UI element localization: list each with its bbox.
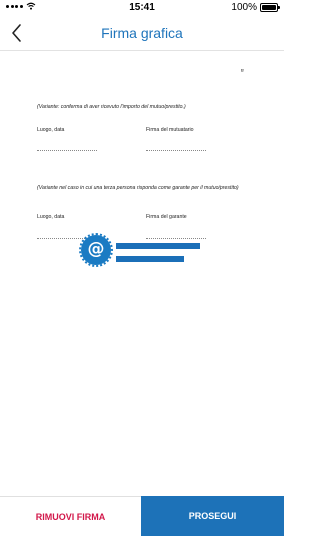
borrower-signature-line: [146, 150, 206, 151]
battery-percent: 100%: [231, 2, 257, 13]
signature-stamp-icon[interactable]: @: [79, 233, 113, 267]
remove-signature-button[interactable]: RIMUOVI FIRMA: [0, 496, 141, 536]
status-right: 100%: [231, 2, 280, 13]
continue-button[interactable]: PROSEGUI: [141, 496, 284, 536]
navigation-bar: Firma grafica: [0, 16, 284, 50]
guarantor-signature-line: [146, 238, 206, 239]
signature-stamp-bar-bottom: [116, 256, 184, 262]
variant-note-borrower: (Variante: conferma di aver ricevuto l'i…: [37, 104, 186, 110]
document-preview: ɐ (Variante: conferma di aver ricevuto l…: [0, 51, 284, 496]
stamp-symbol: @: [87, 239, 105, 259]
page-title: Firma grafica: [101, 25, 183, 41]
variant-note-guarantor: (Variante nel caso in cui una terza pers…: [37, 185, 239, 191]
battery-icon: [260, 3, 280, 12]
place-date-label-2: Luogo, data: [37, 214, 65, 220]
document-corner-mark: ɐ: [241, 68, 244, 74]
place-date-line: [37, 150, 97, 151]
borrower-signature-label: Firma del mutuatario: [146, 127, 194, 133]
guarantor-signature-label: Firma del garante: [146, 214, 187, 220]
signature-stamp-bar-top: [116, 243, 200, 249]
status-bar: 15:41 100%: [0, 0, 284, 16]
action-footer: RIMUOVI FIRMA PROSEGUI: [0, 496, 284, 536]
place-date-label: Luogo, data: [37, 127, 65, 133]
